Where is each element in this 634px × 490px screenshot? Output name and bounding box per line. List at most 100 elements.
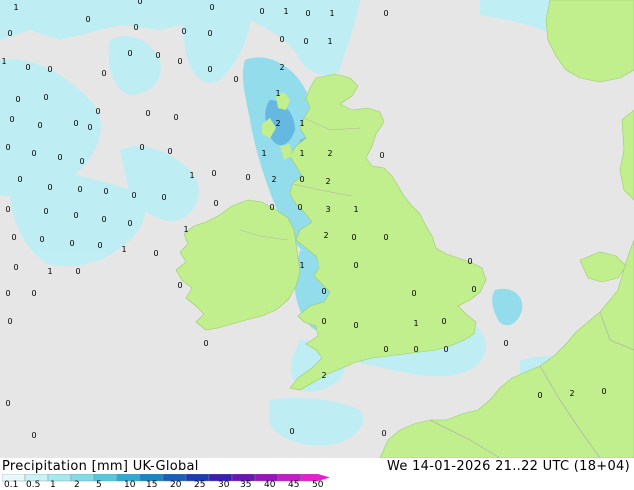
precipitation-value: 0 xyxy=(233,75,238,84)
precipitation-value: 0 xyxy=(73,211,78,220)
precipitation-value: 2 xyxy=(271,175,276,184)
precipitation-value: 0 xyxy=(47,183,52,192)
precipitation-value: 1 xyxy=(13,3,18,12)
precipitation-value: 0 xyxy=(379,151,384,160)
precipitation-value: 1 xyxy=(1,57,6,66)
precipitation-value: 0 xyxy=(297,203,302,212)
precipitation-value: 0 xyxy=(411,289,416,298)
precipitation-value: 0 xyxy=(383,233,388,242)
precipitation-value: 1 xyxy=(47,267,52,276)
precipitation-map: 1000 0 1 0 1 000 0 00 0 10 010 0 0021000 00 02 100 0 001 1… xyxy=(0,0,634,458)
precipitation-value: 2 xyxy=(279,63,284,72)
variable-label: Precipitation [mm] xyxy=(2,459,129,474)
precipitation-value: 0 xyxy=(43,207,48,216)
color-scale-label: 10 xyxy=(124,480,136,490)
precipitation-value: 0 xyxy=(213,199,218,208)
precipitation-value: 0 xyxy=(73,119,78,128)
precipitation-value: 0 xyxy=(153,249,158,258)
color-scale-label: 45 xyxy=(288,480,300,490)
precipitation-value: 0 xyxy=(503,339,508,348)
precipitation-value: 0 xyxy=(177,57,182,66)
precipitation-value: 0 xyxy=(209,3,214,12)
color-scale-label: 50 xyxy=(312,480,324,490)
precipitation-value: 0 xyxy=(15,95,20,104)
precipitation-value: 1 xyxy=(261,149,266,158)
precipitation-value: 0 xyxy=(87,123,92,132)
precipitation-value: 1 xyxy=(299,149,304,158)
precipitation-value: 0 xyxy=(537,391,542,400)
precipitation-value: 2 xyxy=(325,177,330,186)
precipitation-value: 0 xyxy=(37,121,42,130)
precipitation-value: 0 xyxy=(303,37,308,46)
color-scale-label: 1 xyxy=(50,480,56,490)
precipitation-value: 0 xyxy=(9,115,14,124)
color-scale-label: 15 xyxy=(146,480,158,490)
precipitation-value: 2 xyxy=(321,371,326,380)
precipitation-value: 0 xyxy=(127,219,132,228)
precipitation-value: 0 xyxy=(101,69,106,78)
color-scale-label: 20 xyxy=(170,480,182,490)
color-scale-label: 40 xyxy=(264,480,276,490)
precipitation-value: 0 xyxy=(245,173,250,182)
color-scale-label: 5 xyxy=(96,480,102,490)
precipitation-value: 0 xyxy=(381,429,386,438)
precipitation-value: 0 xyxy=(321,287,326,296)
precipitation-value: 1 xyxy=(121,245,126,254)
precipitation-value: 0 xyxy=(211,169,216,178)
precipitation-value: 0 xyxy=(7,29,12,38)
precipitation-value: 2 xyxy=(327,149,332,158)
precipitation-value: 2 xyxy=(569,389,574,398)
precipitation-value: 0 xyxy=(133,23,138,32)
precipitation-value: 2 xyxy=(323,231,328,240)
precipitation-value: 0 xyxy=(203,339,208,348)
precipitation-value: 0 xyxy=(351,233,356,242)
precipitation-value: 0 xyxy=(39,235,44,244)
precipitation-value: 2 xyxy=(275,119,280,128)
precipitation-value: 0 xyxy=(155,51,160,60)
precipitation-value: 1 xyxy=(327,37,332,46)
precipitation-value: 0 xyxy=(31,149,36,158)
precipitation-value: 0 xyxy=(47,65,52,74)
precipitation-value: 0 xyxy=(181,27,186,36)
precipitation-value: 0 xyxy=(97,241,102,250)
precipitation-value: 0 xyxy=(443,345,448,354)
precipitation-value: 0 xyxy=(101,215,106,224)
precipitation-value: 0 xyxy=(353,321,358,330)
precipitation-value: 0 xyxy=(413,345,418,354)
precipitation-value: 0 xyxy=(207,65,212,74)
precipitation-value: 0 xyxy=(13,263,18,272)
precipitation-value: 1 xyxy=(283,7,288,16)
precipitation-value: 0 xyxy=(441,317,446,326)
precipitation-value: 0 xyxy=(95,107,100,116)
precipitation-value: 0 xyxy=(31,431,36,440)
precipitation-value: 0 xyxy=(161,193,166,202)
precipitation-value: 1 xyxy=(299,119,304,128)
precipitation-value: 0 xyxy=(353,261,358,270)
color-scale-label: 30 xyxy=(218,480,230,490)
precipitation-value: 0 xyxy=(383,9,388,18)
precipitation-value: 0 xyxy=(601,387,606,396)
color-scale-label: 0.5 xyxy=(26,480,41,490)
color-scale-label: 35 xyxy=(240,480,252,490)
color-scale-label: 0.1 xyxy=(4,480,19,490)
precipitation-value: 0 xyxy=(127,49,132,58)
precipitation-value: 1 xyxy=(189,171,194,180)
color-scale-labels: 0.1 0.5 1 2 5 10 15 20 25 30 35 40 45 50 xyxy=(0,481,634,490)
precipitation-value: 1 xyxy=(299,261,304,270)
precipitation-value: 0 xyxy=(31,289,36,298)
precipitation-value: 0 xyxy=(279,35,284,44)
precipitation-value: 1 xyxy=(275,89,280,98)
precipitation-value: 0 xyxy=(5,205,10,214)
precipitation-value: 0 xyxy=(25,63,30,72)
legend-title: Precipitation [mm] UK-Global xyxy=(2,459,199,474)
precipitation-value: 0 xyxy=(5,399,10,408)
precipitation-value: 0 xyxy=(77,185,82,194)
precipitation-value: 0 xyxy=(305,9,310,18)
precipitation-value: 0 xyxy=(321,317,326,326)
precipitation-value: 0 xyxy=(167,147,172,156)
precipitation-value: 1 xyxy=(353,205,358,214)
precipitation-value: 0 xyxy=(207,29,212,38)
precipitation-value: 0 xyxy=(11,233,16,242)
precipitation-value: 0 xyxy=(259,7,264,16)
precipitation-value: 0 xyxy=(269,203,274,212)
